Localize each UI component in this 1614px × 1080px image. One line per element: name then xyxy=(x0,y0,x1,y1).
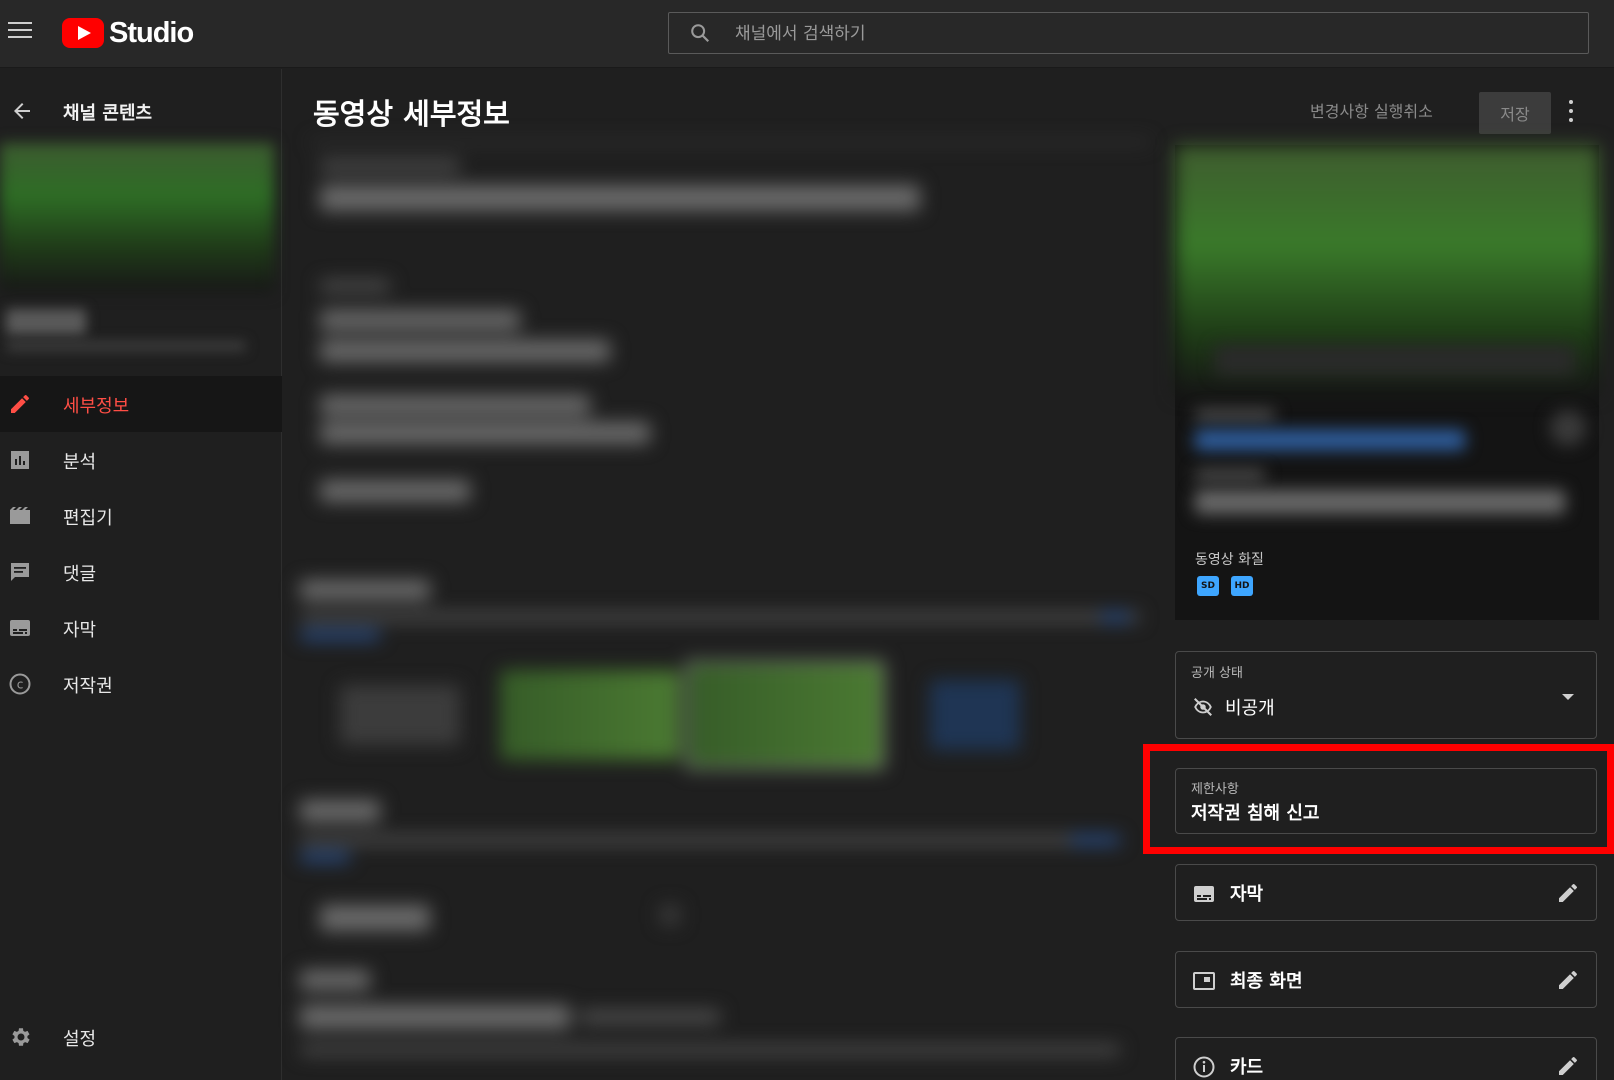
sidebar-item-label: 자막 xyxy=(63,620,97,641)
copyright-icon: c xyxy=(9,673,31,695)
back-to-channel-content[interactable]: 채널 콘텐츠 xyxy=(0,89,282,133)
sidebar-item-comments[interactable]: 댓글 xyxy=(0,544,282,600)
pencil-icon[interactable] xyxy=(1556,881,1580,905)
end-screen-row[interactable]: 최종 화면 xyxy=(1175,951,1597,1008)
sidebar-item-editor[interactable]: 편집기 xyxy=(0,488,282,544)
video-id-blurred xyxy=(6,341,246,351)
sidebar-item-label: 세부정보 xyxy=(63,396,130,417)
pencil-icon xyxy=(11,394,29,413)
sidebar-item-settings[interactable]: 설정 xyxy=(0,1009,282,1065)
sidebar-item-subtitles[interactable]: 자막 xyxy=(0,600,282,656)
visibility-value: 비공개 xyxy=(1225,698,1275,719)
filename-label-blurred xyxy=(1195,470,1265,480)
player-controls-blurred xyxy=(1215,345,1575,375)
page-title: 동영상 세부정보 xyxy=(313,97,510,131)
sidebar-item-label: 분석 xyxy=(63,452,97,473)
hd-badge: HD xyxy=(1231,576,1253,596)
sidebar-item-label: 저작권 xyxy=(63,676,113,697)
undo-changes-button[interactable]: 변경사항 실행취소 xyxy=(1310,98,1433,122)
editor-icon xyxy=(10,507,30,524)
comments-icon xyxy=(11,563,29,581)
sidebar-item-details[interactable]: 세부정보 xyxy=(0,376,282,432)
video-link-blurred xyxy=(1195,430,1465,450)
youtube-studio-logo[interactable]: Studio xyxy=(62,16,194,50)
visibility-label: 공개 상태 xyxy=(1191,666,1243,681)
filename-blurred xyxy=(1195,490,1565,514)
sidebar-item-label: 편집기 xyxy=(63,508,113,529)
menu-icon[interactable] xyxy=(8,22,32,42)
sidebar: 채널 콘텐츠 세부정보 분석 편집기 댓글 자막 c 저작권 설정 xyxy=(0,69,282,1080)
blurred-details-form xyxy=(300,140,1160,1080)
video-quality-badges: SD HD xyxy=(1197,576,1253,596)
sidebar-item-label: 댓글 xyxy=(63,564,97,585)
cards-label: 카드 xyxy=(1230,1057,1264,1078)
video-preview-card: 동영상 화질 SD HD xyxy=(1175,145,1599,620)
sd-badge: SD xyxy=(1197,576,1219,596)
sidebar-item-analytics[interactable]: 분석 xyxy=(0,432,282,488)
analytics-icon xyxy=(11,451,29,469)
more-options-icon[interactable] xyxy=(1566,100,1576,126)
visibility-select[interactable]: 공개 상태 비공개 xyxy=(1175,651,1597,739)
subtitles-icon xyxy=(1194,886,1214,902)
eye-off-icon xyxy=(1194,698,1212,716)
settings-label: 설정 xyxy=(63,1029,97,1050)
subtitles-icon xyxy=(10,620,30,636)
svg-text:c: c xyxy=(17,678,24,692)
video-link-label-blurred xyxy=(1195,410,1275,420)
save-button[interactable]: 저장 xyxy=(1479,92,1551,134)
subtitles-row[interactable]: 자막 xyxy=(1175,864,1597,921)
arrow-back-icon[interactable] xyxy=(10,99,34,123)
search-bar[interactable] xyxy=(668,12,1589,54)
search-icon[interactable] xyxy=(689,22,711,44)
info-icon xyxy=(1193,1056,1215,1078)
highlight-annotation xyxy=(1143,744,1614,854)
back-label: 채널 콘텐츠 xyxy=(63,103,153,124)
youtube-play-icon xyxy=(62,18,104,48)
subtitles-label: 자막 xyxy=(1230,884,1264,905)
gear-icon xyxy=(12,1028,30,1046)
video-thumbnail[interactable] xyxy=(0,143,274,293)
logo-text: Studio xyxy=(109,16,194,49)
copy-link-icon-blurred[interactable] xyxy=(1550,410,1586,446)
video-title-blurred xyxy=(6,309,86,335)
pencil-icon[interactable] xyxy=(1556,1054,1580,1078)
pencil-icon[interactable] xyxy=(1556,968,1580,992)
top-bar: Studio xyxy=(0,0,1614,68)
search-input[interactable] xyxy=(735,21,1535,47)
sidebar-item-copyright[interactable]: c 저작권 xyxy=(0,656,282,712)
end-screen-icon xyxy=(1193,972,1215,990)
end-screen-label: 최종 화면 xyxy=(1230,971,1303,992)
chevron-down-icon[interactable] xyxy=(1562,694,1574,700)
cards-row[interactable]: 카드 xyxy=(1175,1037,1597,1080)
video-quality-label: 동영상 화질 xyxy=(1195,552,1264,568)
